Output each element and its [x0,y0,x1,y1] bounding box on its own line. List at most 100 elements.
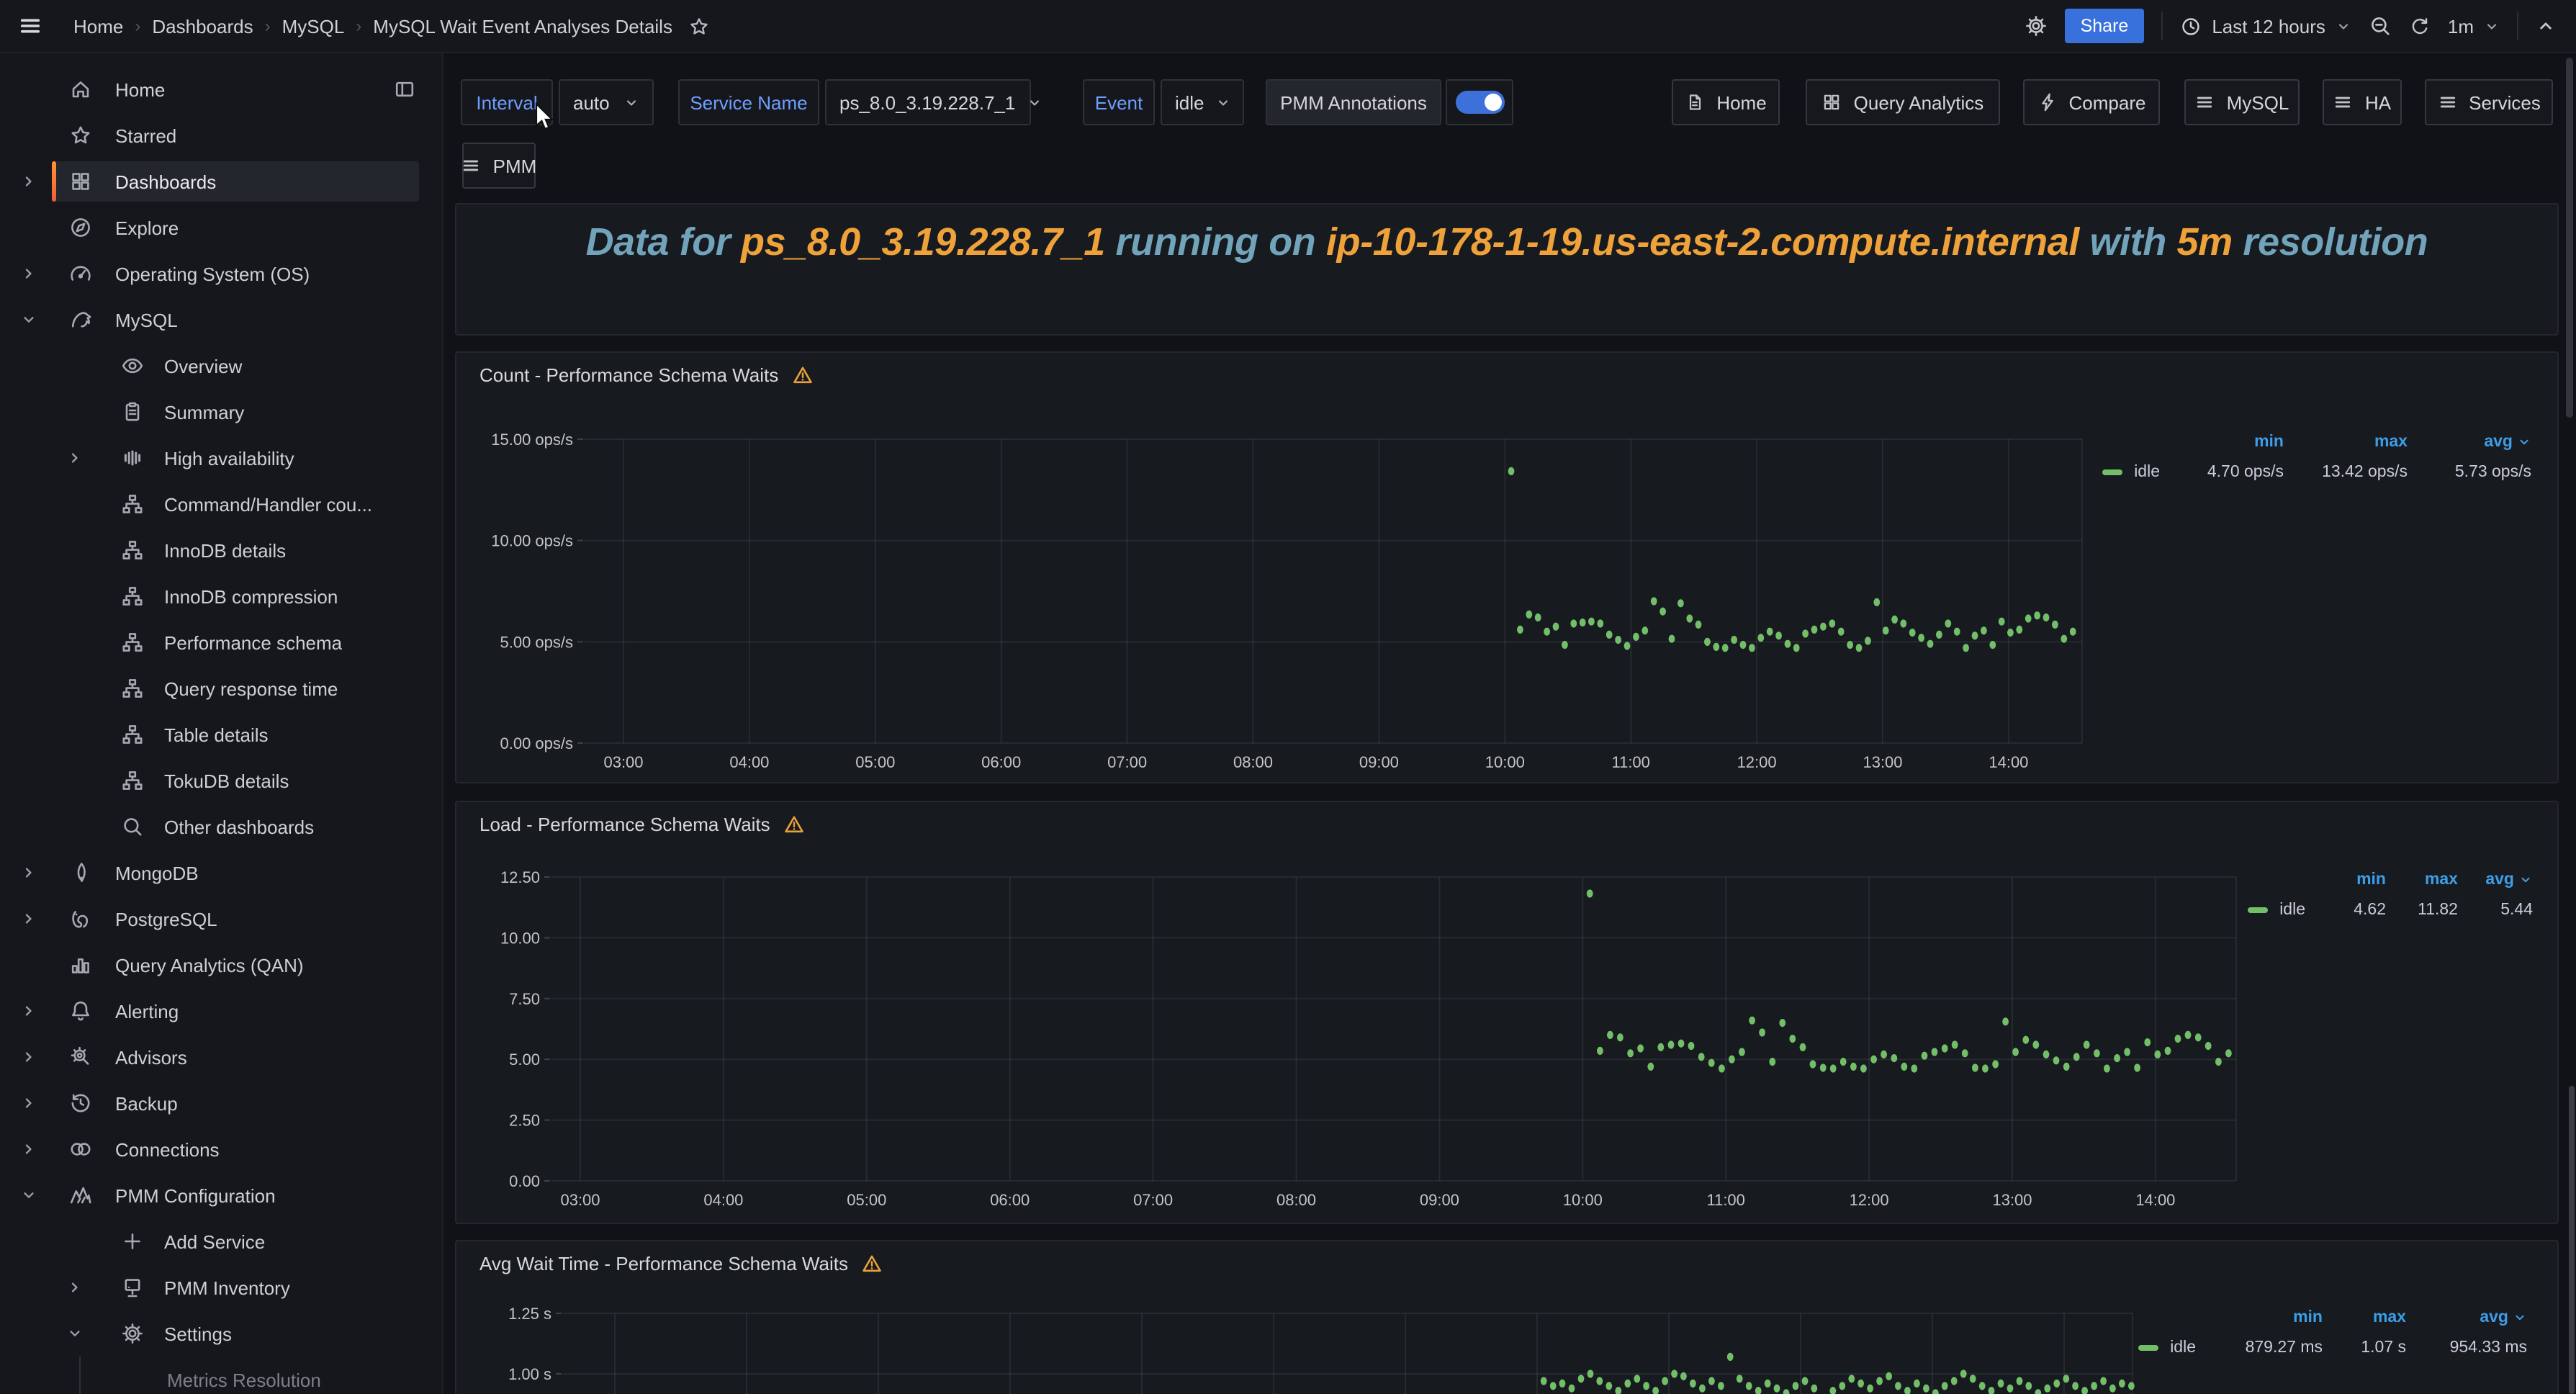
warning-icon[interactable] [791,364,813,386]
chevron-up-icon[interactable] [2536,16,2556,36]
zoom-out-icon[interactable] [2369,14,2392,37]
sidebar-item-home[interactable]: Home [0,66,442,112]
legend-header-min[interactable]: min [2356,871,2386,889]
legend-header-max[interactable]: max [2373,1309,2406,1326]
series-swatch [2138,1345,2158,1351]
legend-series-idle[interactable]: idle [2138,1339,2196,1357]
chevron-right-icon [20,265,37,282]
svg-text:13:00: 13:00 [1863,753,1902,771]
sidebar-item-backup[interactable]: Backup [0,1080,442,1126]
dashboard-banner-title: Data for ps_8.0_3.19.228.7_1 running on … [456,220,2557,265]
panel-toggle-icon[interactable] [393,78,416,101]
share-button[interactable]: Share [2065,9,2145,43]
sidebar-item-dashboards[interactable]: Dashboards [0,158,442,204]
sidebar-item-label: High availability [164,447,294,469]
legend-header-avg[interactable]: avg [2485,871,2533,889]
sidebar-item-table-details[interactable]: Table details [0,711,442,757]
sidebar-item-mongodb[interactable]: MongoDB [0,850,442,896]
event-label[interactable]: Event [1083,79,1155,125]
series-name: idle [2134,464,2160,481]
sidebar-item-advisors[interactable]: Advisors [0,1034,442,1080]
sidebar-item-mysql[interactable]: MySQL [0,297,442,343]
legend-header-max[interactable]: max [2425,871,2458,889]
ha-button[interactable]: HA [2323,79,2402,125]
sidebar-item-innodb-compression[interactable]: InnoDB compression [0,573,442,619]
svg-text:10.00 ops/s: 10.00 ops/s [491,532,573,550]
refresh-interval-dropdown[interactable]: 1m [2448,15,2500,37]
sidebar-item-command-handler-cou[interactable]: Command/Handler cou... [0,481,442,527]
chevron-right-icon [20,910,37,927]
sidebar-item-label: TokuDB details [164,770,289,791]
sidebar-item-pmm-inventory[interactable]: PMM Inventory [0,1264,442,1310]
svg-text:04:00: 04:00 [703,1191,743,1209]
sidebar-item-explore[interactable]: Explore [0,204,442,251]
sidebar-item-label: InnoDB compression [164,585,338,607]
sidebar-item-innodb-details[interactable]: InnoDB details [0,527,442,573]
refresh-icon[interactable] [2409,15,2431,37]
compare-button[interactable]: Compare [2023,79,2160,125]
panel-title[interactable]: Avg Wait Time - Performance Schema Waits [479,1253,848,1274]
sidebar-nav: HomeStarred Dashboards ExploreOperating Sy… [0,52,443,1394]
legend-header-max[interactable]: max [2374,433,2408,451]
sidebar-item-metrics-resolution[interactable]: Metrics Resolution [0,1357,442,1394]
dashboard-settings-gear-icon[interactable] [2025,14,2048,37]
button-label: Services [2469,91,2541,113]
sidebar-item-query-response-time[interactable]: Query response time [0,665,442,711]
warning-icon[interactable] [861,1253,883,1274]
sitemap-icon [121,723,144,746]
sidebar-item-summary[interactable]: Summary [0,389,442,435]
sidebar-item-tokudb-details[interactable]: TokuDB details [0,757,442,804]
topbar-actions: Share Last 12 hours 1m [2025,9,2576,43]
sidebar-item-operating-system-os[interactable]: Operating System (OS) [0,251,442,297]
sidebar-item-label: Dashboards [115,171,216,192]
sidebar-item-query-analytics-qan[interactable]: Query Analytics (QAN) [0,942,442,988]
legend-series-idle[interactable]: idle [2102,464,2160,481]
sidebar-item-high-availability[interactable]: High availability [0,435,442,481]
main-scrollbar[interactable] [2566,58,2573,418]
breadcrumb-item-dashboards[interactable]: Dashboards [152,15,253,37]
favorite-star-button[interactable] [688,15,710,37]
sidebar-item-label: MongoDB [115,862,199,883]
query-analytics-button[interactable]: Query Analytics [1806,79,2000,125]
sidebar-item-alerting[interactable]: Alerting [0,988,442,1034]
service-name-label[interactable]: Service Name [678,79,819,125]
legend-header-avg[interactable]: avg [2480,1309,2527,1326]
warning-icon[interactable] [783,814,805,835]
panel-title[interactable]: Count - Performance Schema Waits [479,364,778,386]
sidebar-item-label: Performance schema [164,631,342,653]
legend-header-avg[interactable]: avg [2484,433,2531,451]
pmm-button[interactable]: PMM [462,143,536,189]
eye-icon [121,354,144,377]
interval-dropdown[interactable]: auto [559,79,654,125]
sidebar-item-add-service[interactable]: Add Service [0,1218,442,1264]
sidebar-item-other-dashboards[interactable]: Other dashboards [0,804,442,850]
sidebar-item-overview[interactable]: Overview [0,343,442,389]
panel-load-performance-schema-waits: Load - Performance Schema Waits 12.5010.… [455,801,2559,1224]
sidebar-item-starred[interactable]: Starred [0,112,442,158]
panel-title[interactable]: Load - Performance Schema Waits [479,814,770,835]
legend-header-min[interactable]: min [2293,1309,2323,1326]
sidebar-item-postgresql[interactable]: PostgreSQL [0,896,442,942]
service-name-dropdown[interactable]: ps_8.0_3.19.228.7_1 [825,79,1031,125]
legend-series-idle[interactable]: idle [2248,901,2305,919]
breadcrumb-item-mysql[interactable]: MySQL [282,15,345,37]
breadcrumb-item-home[interactable]: Home [73,15,123,37]
sidebar-item-label: Table details [164,724,269,745]
bolt-icon [2037,92,2058,112]
sidebar-item-connections[interactable]: Connections [0,1126,442,1172]
mysql-button[interactable]: MySQL [2184,79,2300,125]
home-button[interactable]: Home [1672,79,1780,125]
chevron-down-icon [20,311,37,328]
event-dropdown[interactable]: idle [1161,79,1244,125]
sidebar-item-pmm-configuration[interactable]: PMM Configuration [0,1172,442,1218]
sidebar-item-settings[interactable]: Settings [0,1310,442,1357]
pmm-annotations-toggle[interactable] [1446,79,1513,125]
banner-segment: 5m [2177,220,2233,264]
menu-toggle-button[interactable] [17,13,43,39]
services-button[interactable]: Services [2425,79,2553,125]
chevron-down-icon [2336,18,2351,34]
sidebar-item-performance-schema[interactable]: Performance schema [0,619,442,665]
sidebar-scrollbar[interactable] [2569,1086,2575,1394]
legend-header-min[interactable]: min [2254,433,2284,451]
time-range-picker[interactable]: Last 12 hours [2180,15,2351,37]
